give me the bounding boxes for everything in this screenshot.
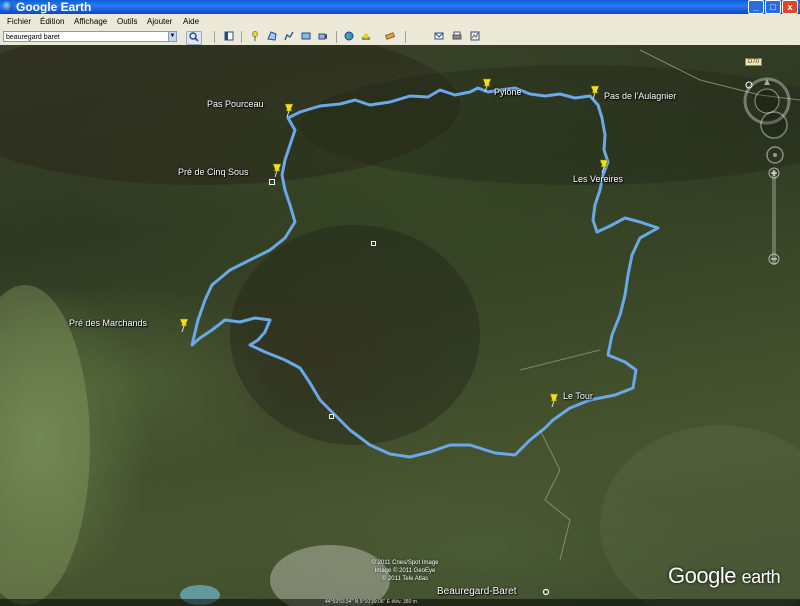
title-bar: Google Earth _ □ x: [0, 0, 800, 14]
close-button[interactable]: x: [782, 0, 798, 14]
menu-aide[interactable]: Aide: [183, 17, 199, 26]
copyright-line: © 2011 Cnes/Spot Image: [371, 560, 439, 566]
pushpin-icon[interactable]: [548, 393, 560, 407]
polygon-icon: [267, 31, 277, 41]
placemark-label-pre-marchands[interactable]: Pré des Marchands: [69, 318, 147, 328]
copyright-line: Image © 2011 GeoEye: [374, 568, 436, 574]
sun-icon: [362, 33, 370, 40]
pushpin-icon[interactable]: [481, 78, 493, 92]
placemark-icon: [252, 31, 258, 41]
minimize-button[interactable]: _: [748, 0, 764, 14]
pushpin-icon[interactable]: [283, 103, 295, 117]
window-title: Google Earth: [16, 0, 92, 14]
print-button[interactable]: [450, 31, 464, 43]
placemark-label-pre-cinq-sous[interactable]: Pré de Cinq Sous: [178, 167, 249, 177]
overlay-icon: [301, 32, 311, 40]
logo-google: Google: [668, 563, 736, 588]
path-button[interactable]: [282, 31, 296, 43]
town-icon: [542, 588, 550, 596]
logo-earth: earth: [741, 567, 781, 587]
placemark-label-beauregard[interactable]: Beauregard-Baret: [437, 586, 517, 597]
search-input[interactable]: beauregard baret: [3, 31, 175, 42]
print-icon: [452, 31, 462, 40]
menu-affichage[interactable]: Affichage: [74, 17, 107, 26]
pushpin-icon[interactable]: [589, 85, 601, 99]
view-in-maps-icon: [470, 31, 480, 41]
pushpin-icon[interactable]: [598, 159, 610, 173]
road-shield: D70: [745, 58, 763, 66]
email-button[interactable]: [432, 31, 446, 43]
menu-outils[interactable]: Outils: [117, 17, 137, 26]
google-earth-icon: [2, 1, 13, 12]
maximize-button[interactable]: □: [765, 0, 781, 14]
zoom-out-icon[interactable]: [768, 253, 780, 265]
sun-button[interactable]: [359, 31, 373, 43]
search-history-dropdown[interactable]: ▼: [168, 31, 177, 42]
placemark-label-pylone[interactable]: Pylône: [494, 87, 522, 97]
road-line: [539, 429, 571, 561]
status-bar: 44°59'53.54" N 5°10'39.06" E élév. 380 m: [0, 599, 800, 606]
toolbar-separator: [336, 31, 337, 43]
road-line: [519, 349, 601, 371]
email-icon: [434, 32, 444, 40]
placemark-label-les-vereires[interactable]: Les Vereires: [573, 174, 623, 184]
polygon-button[interactable]: [265, 31, 279, 43]
poi-icon: [269, 179, 275, 185]
pushpin-icon[interactable]: [271, 163, 283, 177]
zoom-in-icon[interactable]: [768, 167, 780, 179]
menu-edition[interactable]: Édition: [40, 17, 64, 26]
menu-fichier[interactable]: Fichier: [7, 17, 31, 26]
google-earth-logo: Google earth: [668, 563, 781, 589]
track-line: [190, 86, 660, 459]
search-button[interactable]: [186, 31, 202, 45]
placemark-label-pas-pourceau[interactable]: Pas Pourceau: [207, 99, 264, 109]
earth-icon: [344, 31, 354, 41]
poi-icon: [371, 241, 376, 246]
sidebar-icon: [224, 31, 234, 41]
overlay-button[interactable]: [299, 31, 313, 43]
menu-ajouter[interactable]: Ajouter: [147, 17, 172, 26]
ruler-button[interactable]: [383, 31, 397, 43]
tour-icon: [318, 33, 327, 40]
placemark-label-le-tour[interactable]: Le Tour: [563, 391, 593, 401]
ruler-icon: [384, 32, 396, 40]
map-view[interactable]: Pylône Pas de l'Aulagnier Pas Pourceau P…: [0, 45, 800, 606]
path-icon: [284, 31, 294, 41]
poi-icon: [329, 414, 334, 419]
menu-bar: Fichier Édition Affichage Outils Ajouter…: [0, 14, 800, 29]
zoom-slider[interactable]: [772, 170, 776, 265]
placemark-button[interactable]: [248, 31, 262, 43]
imagery-copyright: © 2011 Cnes/Spot Image Image © 2011 GeoE…: [355, 559, 455, 583]
pushpin-icon[interactable]: [178, 318, 190, 332]
earth-button[interactable]: [342, 31, 356, 43]
toolbar: beauregard baret ▼: [0, 29, 800, 46]
view-in-maps-button[interactable]: [468, 31, 482, 43]
toolbar-separator: [241, 31, 242, 43]
sidebar-button[interactable]: [222, 31, 236, 43]
tour-button[interactable]: [316, 31, 330, 43]
placemark-label-pas-aulagnier[interactable]: Pas de l'Aulagnier: [604, 91, 676, 101]
search-icon: [189, 32, 199, 42]
toolbar-separator: [214, 31, 215, 43]
copyright-line: © 2011 Tele Atlas: [381, 576, 429, 582]
toolbar-separator: [405, 31, 406, 43]
coordinates-readout: 44°59'53.54" N 5°10'39.06" E élév. 380 m: [325, 599, 417, 605]
